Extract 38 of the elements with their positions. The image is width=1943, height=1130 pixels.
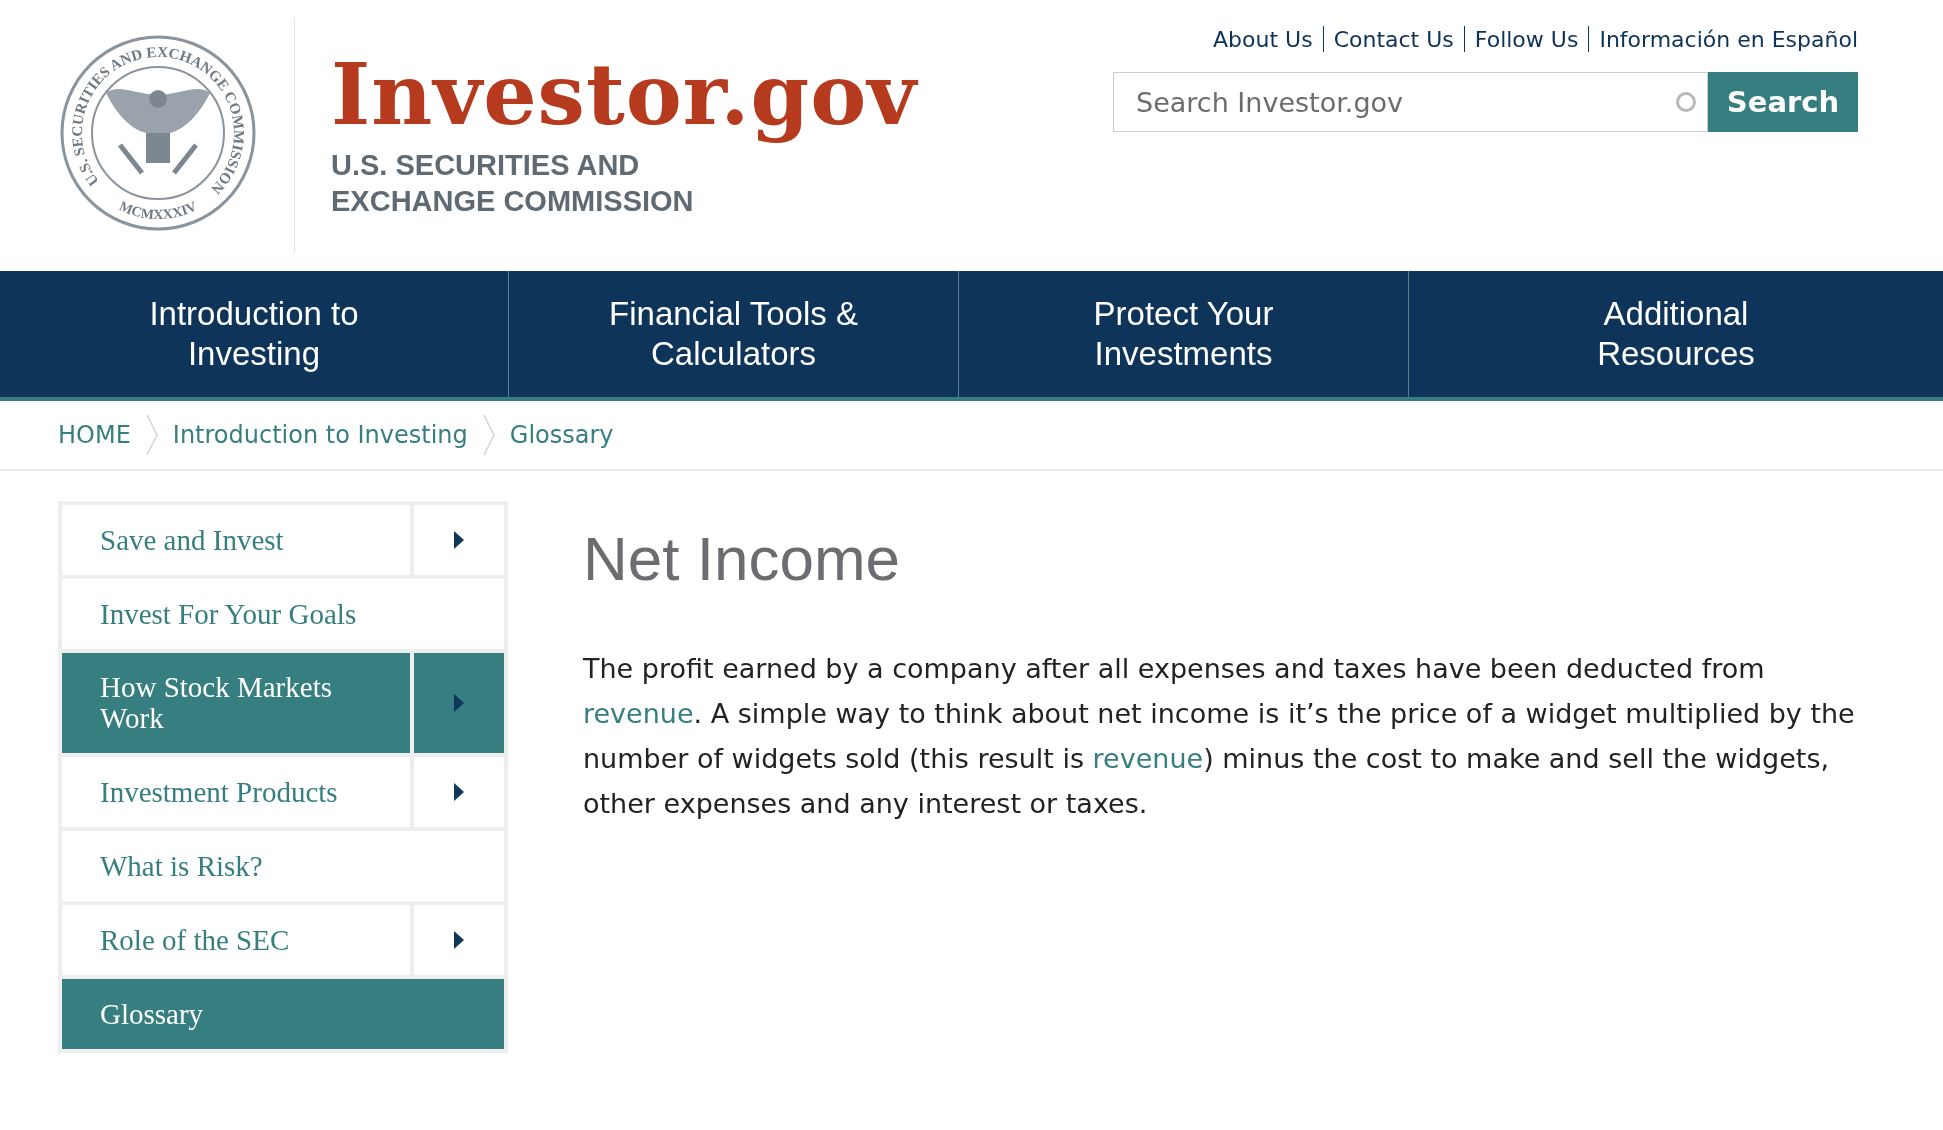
caret-icon <box>453 530 465 550</box>
revenue-link[interactable]: revenue <box>583 698 694 729</box>
nav-item[interactable]: Introduction to Investing <box>0 271 508 397</box>
expand-toggle[interactable] <box>414 905 504 975</box>
sidebar-item[interactable]: Invest For Your Goals <box>62 579 504 649</box>
sidebar-item[interactable]: What is Risk? <box>62 831 504 901</box>
nav-item[interactable]: Protect Your Investments <box>958 271 1408 397</box>
nav-item[interactable]: Additional Resources <box>1408 271 1943 397</box>
caret-icon <box>453 930 465 950</box>
breadcrumb-link[interactable]: Glossary <box>509 421 614 449</box>
nav-item[interactable]: Financial Tools & Calculators <box>508 271 958 397</box>
chevron-icon <box>144 413 159 457</box>
utility-link[interactable]: Información en Español <box>1599 26 1858 52</box>
search-button[interactable]: Search <box>1708 72 1858 132</box>
site-subtitle: EXCHANGE COMMISSION <box>331 184 694 219</box>
expand-toggle[interactable] <box>414 653 504 753</box>
site-title[interactable]: Investor.gov <box>331 42 918 147</box>
sidebar-item[interactable]: How Stock Markets Work <box>62 653 410 753</box>
utility-link[interactable]: About Us <box>1213 26 1313 52</box>
revenue-link[interactable]: revenue <box>1092 743 1204 774</box>
utility-link[interactable]: Contact Us <box>1333 26 1454 52</box>
site-subtitle: U.S. SECURITIES AND <box>331 148 640 183</box>
expand-toggle[interactable] <box>414 505 504 575</box>
sidebar-item[interactable]: Investment Products <box>62 757 410 827</box>
caret-icon <box>453 782 465 802</box>
breadcrumb-link[interactable]: Introduction to Investing <box>172 421 468 449</box>
caret-icon <box>453 693 465 713</box>
definition-paragraph: The profit earned by a company after all expenses and taxes have been deducted from revenue. A simple way to think about net income is it’s the price of a widget multiplied by the number of widgets sold (this result is revenue) minus the cost to make and sell the widgets, other expenses and any interest or taxes. <box>583 652 1856 821</box>
expand-toggle[interactable] <box>414 757 504 827</box>
chevron-icon <box>481 413 496 457</box>
page-title: Net Income <box>583 523 902 594</box>
sidebar-item[interactable]: Save and Invest <box>62 505 410 575</box>
breadcrumb-link[interactable]: HOME <box>58 421 131 449</box>
search-field[interactable]: Search Investor.gov <box>1113 72 1708 132</box>
loading-icon <box>1676 92 1696 112</box>
sidebar-item[interactable]: Role of the SEC <box>62 905 410 975</box>
sidebar-item[interactable]: Glossary <box>62 979 504 1049</box>
utility-link[interactable]: Follow Us <box>1474 26 1579 52</box>
